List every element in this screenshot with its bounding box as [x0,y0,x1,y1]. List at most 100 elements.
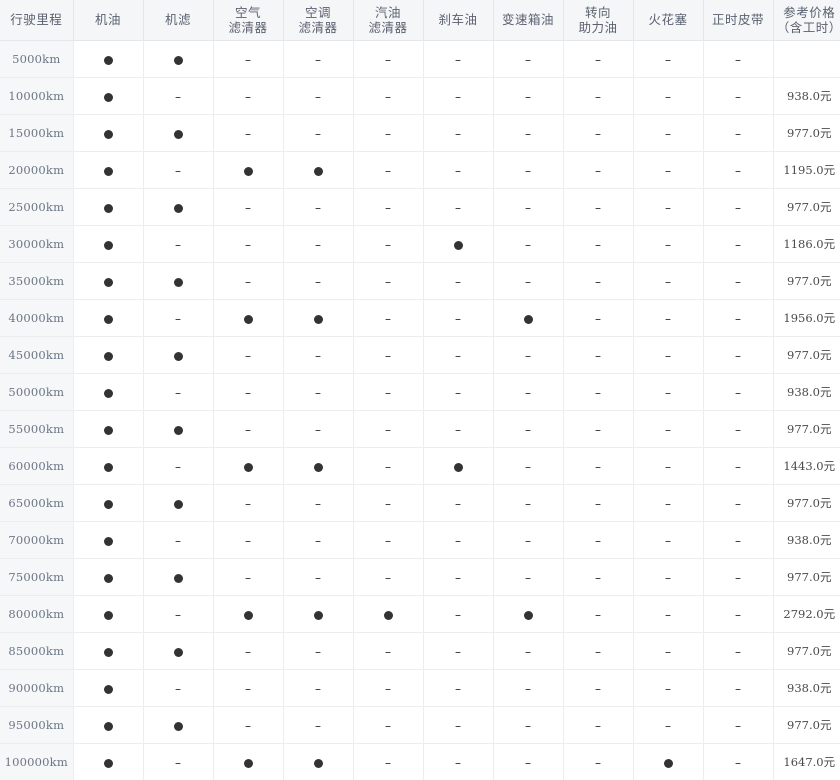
cell-oilfilter [143,115,213,152]
cell-timebelt: – [703,485,773,522]
service-required-dot-icon [174,352,183,361]
cell-fuelfilter: – [353,300,423,337]
cell-oil [73,226,143,263]
service-required-dot-icon [174,574,183,583]
cell-steeroil: – [563,596,633,633]
table-row: 60000km––––––1443.0元 [0,448,840,485]
price-cell: 1443.0元 [773,448,840,485]
service-not-required-dash-icon: – [245,387,251,399]
cell-acfilter: – [283,263,353,300]
cell-fuelfilter: – [353,337,423,374]
mileage-cell: 85000km [0,633,73,670]
table-row: 70000km–––––––––938.0元 [0,522,840,559]
service-required-dot-icon [174,648,183,657]
service-not-required-dash-icon: – [315,720,321,732]
mileage-cell: 25000km [0,189,73,226]
service-required-dot-icon [104,648,113,657]
service-not-required-dash-icon: – [525,276,531,288]
cell-sparkplug: – [633,115,703,152]
service-not-required-dash-icon: – [665,91,671,103]
service-not-required-dash-icon: – [455,91,461,103]
service-not-required-dash-icon: – [175,165,181,177]
cell-fuelfilter: – [353,411,423,448]
mileage-cell: 30000km [0,226,73,263]
service-not-required-dash-icon: – [315,535,321,547]
service-not-required-dash-icon: – [735,424,741,436]
column-header-steeroil[interactable]: 转向助力油 [563,0,633,41]
service-not-required-dash-icon: – [455,572,461,584]
service-not-required-dash-icon: – [245,239,251,251]
cell-airfilter: – [213,189,283,226]
cell-acfilter [283,596,353,633]
cell-airfilter: – [213,374,283,411]
service-not-required-dash-icon: – [385,646,391,658]
service-not-required-dash-icon: – [595,128,601,140]
column-header-sparkplug[interactable]: 火花塞 [633,0,703,41]
cell-airfilter: – [213,263,283,300]
column-header-oil[interactable]: 机油 [73,0,143,41]
cell-brakeoil: – [423,41,493,78]
cell-oilfilter [143,263,213,300]
service-not-required-dash-icon: – [455,683,461,695]
service-not-required-dash-icon: – [595,91,601,103]
column-header-brakeoil[interactable]: 刹车油 [423,0,493,41]
cell-sparkplug: – [633,300,703,337]
column-header-gearoil[interactable]: 变速箱油 [493,0,563,41]
service-not-required-dash-icon: – [665,202,671,214]
service-not-required-dash-icon: – [525,54,531,66]
column-header-label-line2: 滤清器 [216,20,281,35]
column-header-label: 空调 [286,5,351,20]
cell-fuelfilter [353,596,423,633]
column-header-price[interactable]: 参考价格（含工时） [773,0,840,41]
service-not-required-dash-icon: – [595,165,601,177]
cell-timebelt: – [703,559,773,596]
cell-timebelt: – [703,633,773,670]
cell-oil [73,670,143,707]
service-not-required-dash-icon: – [525,535,531,547]
cell-steeroil: – [563,374,633,411]
column-header-acfilter[interactable]: 空调滤清器 [283,0,353,41]
service-not-required-dash-icon: – [315,572,321,584]
service-not-required-dash-icon: – [175,461,181,473]
cell-acfilter: – [283,41,353,78]
cell-brakeoil: – [423,189,493,226]
column-header-oilfilter[interactable]: 机滤 [143,0,213,41]
cell-brakeoil: – [423,485,493,522]
service-not-required-dash-icon: – [245,91,251,103]
column-header-mileage[interactable]: 行驶里程 [0,0,73,41]
service-required-dot-icon [244,167,253,176]
cell-acfilter [283,448,353,485]
table-row: 50000km–––––––––938.0元 [0,374,840,411]
cell-sparkplug: – [633,485,703,522]
cell-gearoil: – [493,707,563,744]
cell-oil [73,41,143,78]
service-not-required-dash-icon: – [595,683,601,695]
cell-acfilter [283,300,353,337]
cell-fuelfilter: – [353,152,423,189]
service-not-required-dash-icon: – [735,720,741,732]
service-not-required-dash-icon: – [525,165,531,177]
table-row: 95000km––––––––977.0元 [0,707,840,744]
mileage-cell: 60000km [0,448,73,485]
column-header-fuelfilter[interactable]: 汽油滤清器 [353,0,423,41]
service-not-required-dash-icon: – [455,202,461,214]
cell-steeroil: – [563,559,633,596]
column-header-timebelt[interactable]: 正时皮带 [703,0,773,41]
cell-acfilter: – [283,78,353,115]
column-header-airfilter[interactable]: 空气滤清器 [213,0,283,41]
cell-sparkplug: – [633,41,703,78]
mileage-cell: 50000km [0,374,73,411]
cell-acfilter: – [283,115,353,152]
service-required-dot-icon [524,611,533,620]
cell-oil [73,263,143,300]
cell-sparkplug: – [633,374,703,411]
service-not-required-dash-icon: – [665,128,671,140]
service-not-required-dash-icon: – [595,239,601,251]
cell-sparkplug: – [633,670,703,707]
service-required-dot-icon [314,463,323,472]
service-not-required-dash-icon: – [385,387,391,399]
cell-steeroil: – [563,152,633,189]
service-not-required-dash-icon: – [245,128,251,140]
service-not-required-dash-icon: – [735,461,741,473]
service-not-required-dash-icon: – [455,313,461,325]
